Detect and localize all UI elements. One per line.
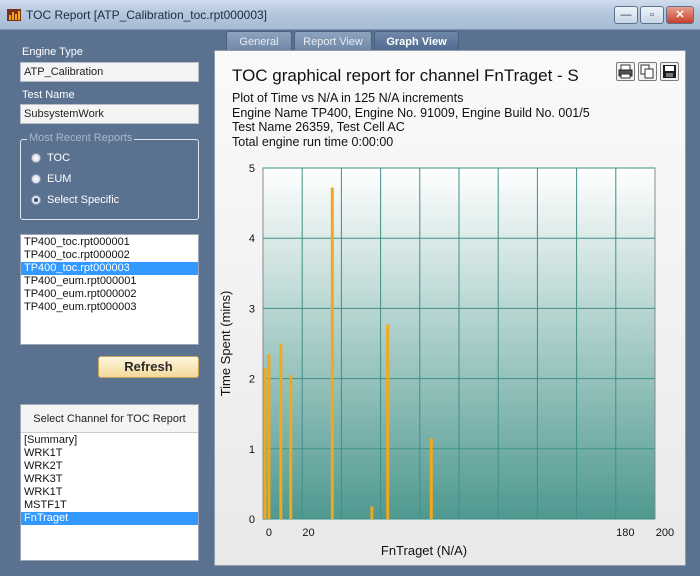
save-button[interactable] xyxy=(660,62,679,81)
x-tick-label: 0 xyxy=(266,527,272,539)
graph-info-line: Plot of Time vs N/A in 125 N/A increment… xyxy=(232,91,464,105)
channel-list-item[interactable]: MSTF1T xyxy=(21,499,198,512)
file-list-item[interactable]: TP400_eum.rpt000001 xyxy=(21,275,198,288)
minimize-button[interactable]: — xyxy=(614,6,638,24)
x-tick-label: 20 xyxy=(302,527,314,539)
file-list-item[interactable]: TP400_toc.rpt000002 xyxy=(21,249,198,262)
file-list-item-selected[interactable]: TP400_toc.rpt000003 xyxy=(21,262,198,275)
chart-bar xyxy=(263,368,267,519)
copy-icon xyxy=(640,64,654,79)
x-tick-label: 180 xyxy=(616,527,634,539)
report-file-list[interactable]: TP400_toc.rpt000001 TP400_toc.rpt000002 … xyxy=(20,234,199,345)
print-button[interactable] xyxy=(616,62,635,81)
chart-bar xyxy=(429,438,433,519)
x-tick-label: 200 xyxy=(656,527,674,539)
y-tick-label: 5 xyxy=(249,163,255,175)
radio-toc-label: TOC xyxy=(47,152,71,164)
copy-button[interactable] xyxy=(638,62,657,81)
channel-list-item[interactable]: WRK1T xyxy=(21,447,198,460)
x-axis-label: FnTraget (N/A) xyxy=(381,543,467,558)
maximize-button[interactable]: ▫ xyxy=(640,6,664,24)
chart-bar xyxy=(330,187,334,519)
channel-list-item[interactable]: [Summary] xyxy=(21,434,198,447)
file-list-item[interactable]: TP400_toc.rpt000001 xyxy=(21,236,198,249)
chart-bar xyxy=(386,324,390,519)
y-tick-label: 4 xyxy=(249,233,255,245)
recent-reports-title: Most Recent Reports xyxy=(27,132,135,144)
y-tick-label: 2 xyxy=(249,374,255,386)
radio-select-specific-icon xyxy=(31,195,41,205)
test-name-field[interactable]: SubsystemWork xyxy=(20,104,199,124)
file-list-item[interactable]: TP400_eum.rpt000002 xyxy=(21,288,198,301)
channel-list-item-selected[interactable]: FnTraget xyxy=(21,512,198,525)
channel-list-box: Select Channel for TOC Report [Summary] … xyxy=(20,404,199,561)
y-tick-label: 1 xyxy=(249,444,255,456)
radio-toc-icon xyxy=(31,153,41,163)
title-bar: TOC Report [ATP_Calibration_toc.rpt00000… xyxy=(0,0,700,30)
channel-list-item[interactable]: WRK1T xyxy=(21,486,198,499)
print-icon xyxy=(618,64,633,79)
tab-report-view[interactable]: Report View xyxy=(294,31,372,51)
graph-info-line: Test Name 26359, Test Cell AC xyxy=(232,120,405,134)
y-tick-label: 3 xyxy=(249,303,255,315)
file-list-item[interactable]: TP400_eum.rpt000003 xyxy=(21,301,198,314)
y-axis-label: Time Spent (mins) xyxy=(218,291,233,397)
graph-title: TOC graphical report for channel FnTrage… xyxy=(232,66,579,85)
save-icon xyxy=(663,65,676,78)
radio-eum-icon xyxy=(31,174,41,184)
chart-bar xyxy=(289,375,293,519)
engine-type-field[interactable]: ATP_Calibration xyxy=(20,62,199,82)
graph-info-line: Engine Name TP400, Engine No. 91009, Eng… xyxy=(232,106,590,120)
app-icon xyxy=(7,9,21,21)
radio-eum-label: EUM xyxy=(47,173,72,185)
refresh-button[interactable]: Refresh xyxy=(98,356,199,378)
channel-list-item[interactable]: WRK3T xyxy=(21,473,198,486)
test-name-label: Test Name xyxy=(22,89,75,101)
tab-general[interactable]: General xyxy=(226,31,292,51)
radio-select-specific-label: Select Specific xyxy=(47,194,120,206)
time-spent-chart: 0 1 2 3 4 5 0 20 180 200 Time Spent (mins) FnTra… xyxy=(218,163,674,558)
close-button[interactable]: ✕ xyxy=(666,6,694,24)
channel-list-item[interactable]: WRK2T xyxy=(21,460,198,473)
tab-graph-view[interactable]: Graph View xyxy=(374,31,459,51)
channel-list[interactable]: [Summary] WRK1T WRK2T WRK3T WRK1T MSTF1T… xyxy=(21,434,198,525)
window-title: TOC Report [ATP_Calibration_toc.rpt00000… xyxy=(26,8,268,22)
y-tick-label: 0 xyxy=(249,514,255,526)
recent-reports-group: Most Recent Reports TOC EUM Select Speci… xyxy=(20,132,199,220)
channel-list-header: Select Channel for TOC Report xyxy=(21,405,198,433)
chart-bar xyxy=(279,343,283,519)
graph-info-line: Total engine run time 0:00:00 xyxy=(232,135,394,149)
engine-type-label: Engine Type xyxy=(22,46,83,58)
chart-bar xyxy=(370,506,374,519)
chart-bar xyxy=(267,354,271,519)
